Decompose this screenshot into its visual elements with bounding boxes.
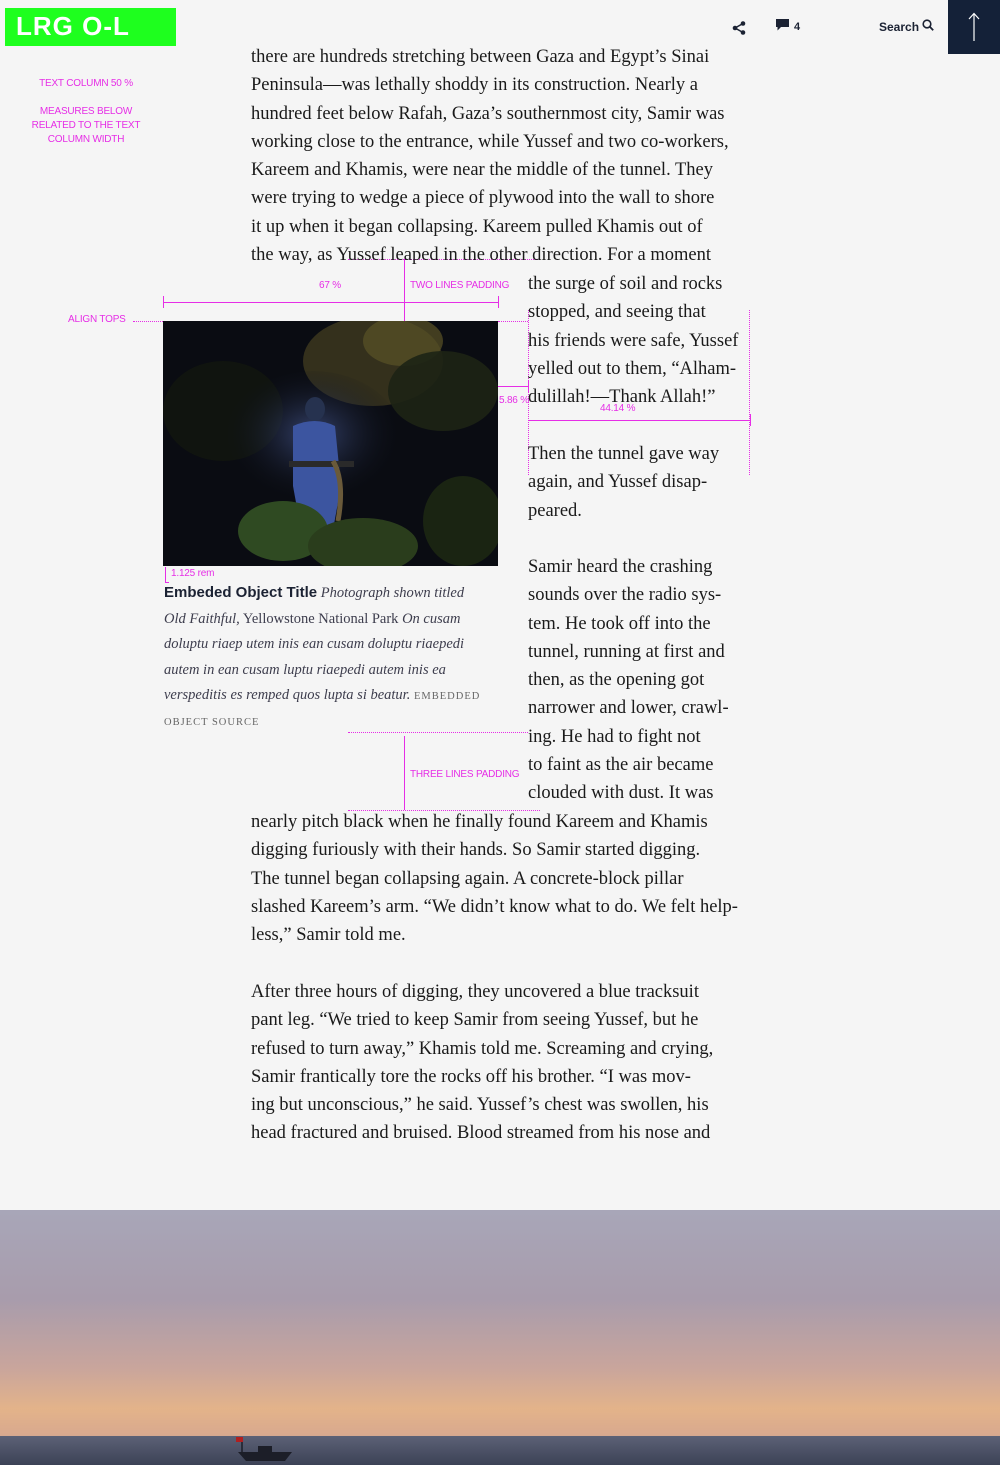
comment-icon xyxy=(776,19,789,34)
section-badge: LRG O-L xyxy=(5,8,176,46)
back-to-top-button[interactable] xyxy=(948,0,1000,54)
article-paragraph-narrow: Samir heard the crashing sounds over the… xyxy=(528,557,729,804)
gutter-line xyxy=(498,386,528,387)
embed-caption: Embeded Object Title Photograph shown ti… xyxy=(164,580,504,735)
comments-button[interactable]: 4 xyxy=(776,19,800,34)
annotation-rem: 1.125 rem xyxy=(171,568,215,579)
three-lines-padding-line xyxy=(404,736,405,810)
measure-tick xyxy=(498,296,499,308)
column-edge-guide xyxy=(749,310,750,475)
annotation-67: 67 % xyxy=(319,280,341,291)
annotation-measures-note: MEASURES BELOW RELATED TO THE TEXT COLUM… xyxy=(31,106,141,145)
article-paragraph: nearly pitch black when he finally found… xyxy=(251,812,738,946)
align-tops-guide xyxy=(133,321,163,322)
embed-source: EMBEDDED xyxy=(413,691,481,702)
annotation-text-column: TEXT COLUMN 50 % xyxy=(39,78,133,89)
article-paragraph: there are hundreds stretching between Ga… xyxy=(251,47,729,266)
measure-tick xyxy=(750,414,751,426)
align-tops-guide-right xyxy=(498,321,528,322)
annotation-align-tops: ALIGN TOPS xyxy=(68,314,126,325)
article-paragraph-narrow: the surge of soil and rocks stopped, and… xyxy=(528,274,739,408)
embedded-photo xyxy=(163,321,498,566)
search-label: Search xyxy=(879,19,920,34)
arrow-up-icon xyxy=(967,12,981,47)
annotation-586: 5.86 % xyxy=(499,395,529,406)
search-button[interactable]: Search xyxy=(879,19,934,34)
measure-4414-line xyxy=(528,420,750,421)
embed-source: OBJECT SOURCE xyxy=(164,716,260,728)
hero-image-sunset xyxy=(0,1210,1000,1465)
annotation-two-lines: TWO LINES PADDING xyxy=(410,280,510,291)
search-icon xyxy=(922,19,934,34)
article-paragraph-narrow: Then the tunnel gave way again, and Yuss… xyxy=(528,444,720,521)
embed-title: Embeded Object Title xyxy=(164,584,318,601)
measure-67-line xyxy=(163,302,498,303)
annotation-three-lines: THREE LINES PADDING xyxy=(410,769,520,780)
share-icon[interactable] xyxy=(731,20,747,36)
comment-count: 4 xyxy=(794,20,801,33)
article-paragraph: After three hours of digging, they uncov… xyxy=(251,982,714,1144)
